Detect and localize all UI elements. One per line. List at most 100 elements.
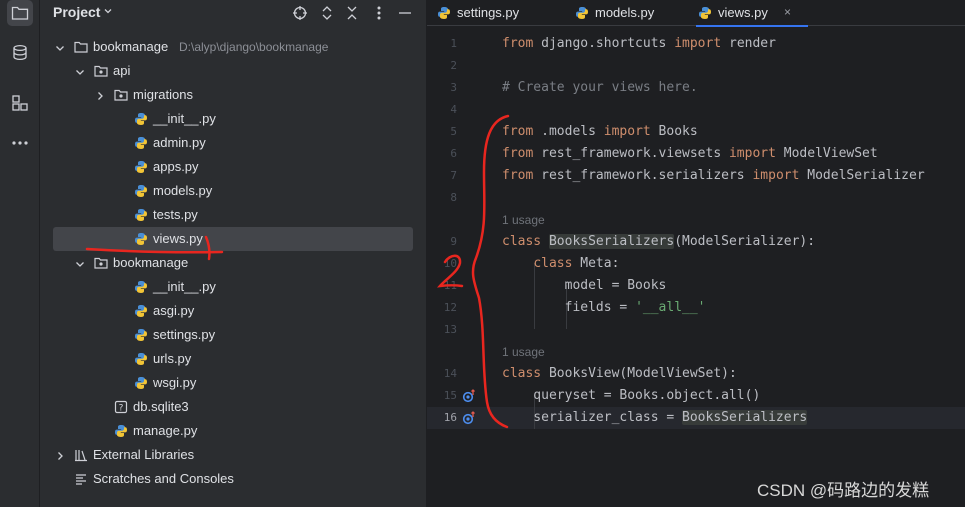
gutter-line[interactable]: 13: [427, 319, 497, 341]
code-token: import: [728, 146, 776, 161]
code-token: import: [752, 168, 800, 183]
code-line-11: model = Books: [502, 278, 667, 293]
line-number: 2: [450, 59, 457, 72]
tree-item-asgi-py[interactable]: asgi.py: [40, 299, 426, 323]
chevron-down-icon[interactable]: [103, 6, 113, 16]
tree-item-db-sqlite3[interactable]: ? db.sqlite3: [40, 395, 426, 419]
code-line-7: from rest_framework.serializers import M…: [502, 165, 925, 187]
code-token: import: [603, 124, 651, 139]
tree-item-apps-py[interactable]: apps.py: [40, 155, 426, 179]
python-file-icon: [134, 160, 148, 174]
line-number: 10: [443, 257, 457, 270]
tree-item-label: migrations: [133, 87, 193, 102]
gutter-line[interactable]: 5: [427, 121, 497, 143]
python-file-icon: [438, 7, 450, 19]
gutter-line[interactable]: 14: [427, 363, 497, 385]
gutter-line[interactable]: 4: [427, 99, 497, 121]
chevron-right-icon[interactable]: [54, 449, 66, 461]
line-number: 3: [450, 81, 457, 94]
override-marker-icon[interactable]: [462, 411, 476, 425]
gutter-line[interactable]: 2: [427, 55, 497, 77]
tree-item-admin-py[interactable]: admin.py: [40, 131, 426, 155]
gutter-line[interactable]: 6: [427, 143, 497, 165]
gutter-line[interactable]: 15: [427, 385, 497, 407]
gutter-line[interactable]: 10: [427, 253, 497, 275]
python-file-icon: [134, 208, 148, 222]
options-button[interactable]: [370, 4, 388, 22]
gutter-line[interactable]: 16: [427, 407, 497, 429]
tree-item-wsgi-py[interactable]: wsgi.py: [40, 371, 426, 395]
more-tools-button[interactable]: [7, 130, 33, 156]
gutter-line[interactable]: 7: [427, 165, 497, 187]
code-token: Meta:: [572, 256, 620, 271]
usage-hint[interactable]: 1 usage: [502, 345, 545, 359]
tab-views-py[interactable]: views.py ×: [696, 0, 808, 27]
gutter-line[interactable]: 8: [427, 187, 497, 209]
tree-item-label: wsgi.py: [153, 375, 197, 390]
tree-item-external-libraries[interactable]: External Libraries: [40, 443, 426, 467]
gutter-line[interactable]: 1: [427, 33, 497, 55]
database-tool-button[interactable]: [7, 40, 33, 66]
tree-item-label: admin.py: [153, 135, 206, 150]
line-number: 16: [443, 411, 457, 424]
tab-settings-py[interactable]: settings.py: [435, 0, 550, 26]
svg-text:?: ?: [119, 404, 124, 414]
gutter-line[interactable]: 3: [427, 77, 497, 99]
tree-item-models-py[interactable]: models.py: [40, 179, 426, 203]
tree-item-urls-py[interactable]: urls.py: [40, 347, 426, 371]
tree-item-label: asgi.py: [153, 303, 195, 318]
code-line-15: queryset = Books.object.all(): [502, 388, 761, 403]
tree-item-bookmanage[interactable]: bookmanage: [40, 251, 426, 275]
override-marker-icon[interactable]: [462, 389, 476, 403]
tab-models-py[interactable]: models.py: [573, 0, 673, 26]
collapse-all-button[interactable]: [343, 4, 361, 22]
hide-panel-button[interactable]: [396, 4, 414, 22]
tree-item-settings-py[interactable]: settings.py: [40, 323, 426, 347]
chevron-down-icon[interactable]: [74, 65, 86, 77]
tree-item-label: views.py: [153, 231, 203, 246]
tree-item-bookmanage[interactable]: bookmanage D:\alyp\django\bookmanage: [40, 35, 426, 59]
tab-label: models.py: [595, 5, 655, 20]
chevron-right-icon[interactable]: [94, 89, 106, 101]
chevron-down-icon[interactable]: [54, 41, 66, 53]
tree-item-api[interactable]: api: [40, 59, 426, 83]
chevron-down-icon[interactable]: [74, 257, 86, 269]
gutter-line[interactable]: 12: [427, 297, 497, 319]
package-folder-icon: [94, 64, 108, 78]
close-tab-icon[interactable]: ×: [784, 5, 791, 19]
line-number: 7: [450, 169, 457, 182]
more-icon: [12, 141, 28, 145]
tree-item-views-py[interactable]: views.py: [53, 227, 413, 251]
line-number: 5: [450, 125, 457, 138]
gutter-line[interactable]: 9: [427, 231, 497, 253]
code-line-10: class Meta:: [502, 253, 619, 275]
code-line-16: serializer_class = BooksSerializers: [502, 407, 808, 429]
tree-item-init-py[interactable]: __init__.py: [40, 275, 426, 299]
python-file-icon: [134, 304, 148, 318]
tree-item-path: D:\alyp\django\bookmanage: [179, 40, 329, 54]
tree-item-tests-py[interactable]: tests.py: [40, 203, 426, 227]
tree-item-init-py[interactable]: __init__.py: [40, 107, 426, 131]
gutter-line[interactable]: 11: [427, 275, 497, 297]
python-file-icon: [134, 136, 148, 150]
tree-item-manage-py[interactable]: manage.py: [40, 419, 426, 443]
line-number: 9: [450, 235, 457, 248]
database-file-icon: ?: [114, 400, 128, 414]
tab-label: settings.py: [457, 5, 520, 20]
python-file-icon: [134, 184, 148, 198]
structure-icon: [12, 95, 28, 111]
project-panel-title[interactable]: Project: [53, 4, 100, 20]
code-line-5: from .models import Books: [502, 121, 698, 143]
tree-item-scratches-and-consoles[interactable]: Scratches and Consoles: [40, 467, 426, 491]
usage-hint[interactable]: 1 usage: [502, 213, 545, 227]
line-number: 12: [443, 301, 457, 314]
tree-item-label: Scratches and Consoles: [93, 471, 234, 486]
code-line-9: class BooksSerializers(ModelSerializer):: [502, 231, 815, 253]
project-tool-button[interactable]: [7, 0, 33, 26]
structure-tool-button[interactable]: [7, 90, 33, 116]
locate-file-button[interactable]: [291, 4, 309, 22]
tree-item-migrations[interactable]: migrations: [40, 83, 426, 107]
expand-icon: [322, 6, 332, 20]
expand-all-button[interactable]: [318, 4, 336, 22]
